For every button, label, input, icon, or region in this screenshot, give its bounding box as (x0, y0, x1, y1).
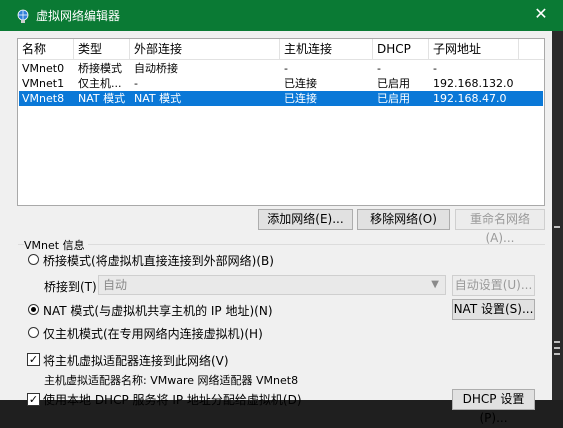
host-only-label[interactable]: 仅主机模式(在专用网络内连接虚拟机)(H) (43, 325, 263, 342)
column-header-external[interactable]: 外部连接 (130, 39, 280, 59)
cell-type: NAT 模式 (78, 92, 126, 105)
nat-mode-radio[interactable] (28, 304, 39, 315)
table-header: 名称 类型 外部连接 主机连接 DHCP 子网地址 (18, 39, 544, 60)
edge-mark (554, 347, 560, 349)
column-header-name[interactable]: 名称 (18, 39, 74, 59)
vmnet-info-label: VMnet 信息 (24, 237, 88, 253)
network-table: 名称 类型 外部连接 主机连接 DHCP 子网地址 VMnet0 桥接模式 自动桥接… (17, 38, 545, 206)
rename-network-button[interactable]: 重命名网络(A)... (455, 209, 545, 245)
nat-settings-button[interactable]: NAT 设置(S)... (452, 299, 535, 320)
cell-external: 自动桥接 (134, 62, 178, 75)
cell-name: VMnet8 (22, 92, 65, 105)
cell-subnet: - (433, 62, 437, 75)
group-divider (18, 244, 545, 245)
cell-dhcp: 已启用 (377, 77, 410, 90)
cell-type: 桥接模式 (78, 62, 122, 75)
edge-mark (554, 341, 560, 343)
cell-external: - (134, 77, 138, 90)
column-header-type[interactable]: 类型 (74, 39, 130, 59)
connect-adapter-checkbox[interactable]: ✓ (27, 353, 40, 366)
column-header-dhcp[interactable]: DHCP (373, 39, 429, 59)
dialog-body: 名称 类型 外部连接 主机连接 DHCP 子网地址 VMnet0 桥接模式 自动桥接… (0, 31, 552, 425)
cell-host: - (284, 62, 288, 75)
remove-network-button[interactable]: 移除网络(O) (357, 209, 450, 230)
background-window-edge (552, 31, 563, 400)
title-bar: 虚拟网络编辑器 ✕ (0, 0, 563, 31)
cell-dhcp: 已启用 (377, 92, 410, 105)
window-title: 虚拟网络编辑器 (36, 9, 121, 23)
close-button[interactable]: ✕ (531, 4, 551, 24)
edge-mark (554, 353, 560, 355)
cell-subnet: 192.168.47.0 (433, 92, 507, 105)
bridge-mode-radio[interactable] (28, 254, 39, 265)
edge-mark (554, 226, 560, 228)
cell-name: VMnet1 (22, 77, 65, 90)
cell-host: 已连接 (284, 77, 317, 90)
adapter-name-label: 主机虚拟适配器名称: VMware 网络适配器 VMnet8 (44, 374, 299, 387)
add-network-button[interactable]: 添加网络(E)... (258, 209, 353, 230)
auto-settings-button[interactable]: 自动设置(U)... (452, 275, 535, 296)
cell-type: 仅主机... (78, 77, 122, 90)
network-globe-icon (17, 9, 29, 23)
host-only-radio[interactable] (28, 327, 39, 338)
table-row[interactable]: VMnet1 仅主机... - 已连接 已启用 192.168.132.0 (19, 76, 543, 91)
bridge-to-label: 桥接到(T): (44, 280, 101, 294)
column-header-subnet[interactable]: 子网地址 (429, 39, 519, 59)
column-header-host[interactable]: 主机连接 (280, 39, 373, 59)
cell-host: 已连接 (284, 92, 317, 105)
bridge-mode-label[interactable]: 桥接模式(将虚拟机直接连接到外部网络)(B) (43, 252, 274, 269)
table-row[interactable]: VMnet0 桥接模式 自动桥接 - - - (19, 61, 543, 76)
table-row[interactable]: VMnet8 NAT 模式 NAT 模式 已连接 已启用 192.168.47.0 (19, 91, 543, 106)
cell-external: NAT 模式 (134, 92, 182, 105)
cell-dhcp: - (377, 62, 381, 75)
bridge-to-select[interactable]: 自动 ▼ (98, 275, 446, 295)
cell-name: VMnet0 (22, 62, 65, 75)
cell-subnet: 192.168.132.0 (433, 77, 514, 90)
connect-adapter-label[interactable]: 将主机虚拟适配器连接到此网络(V) (43, 352, 229, 369)
bridge-to-value: 自动 (103, 278, 128, 292)
chevron-down-icon: ▼ (431, 279, 439, 290)
nat-mode-label[interactable]: NAT 模式(与虚拟机共享主机的 IP 地址)(N) (43, 302, 273, 319)
